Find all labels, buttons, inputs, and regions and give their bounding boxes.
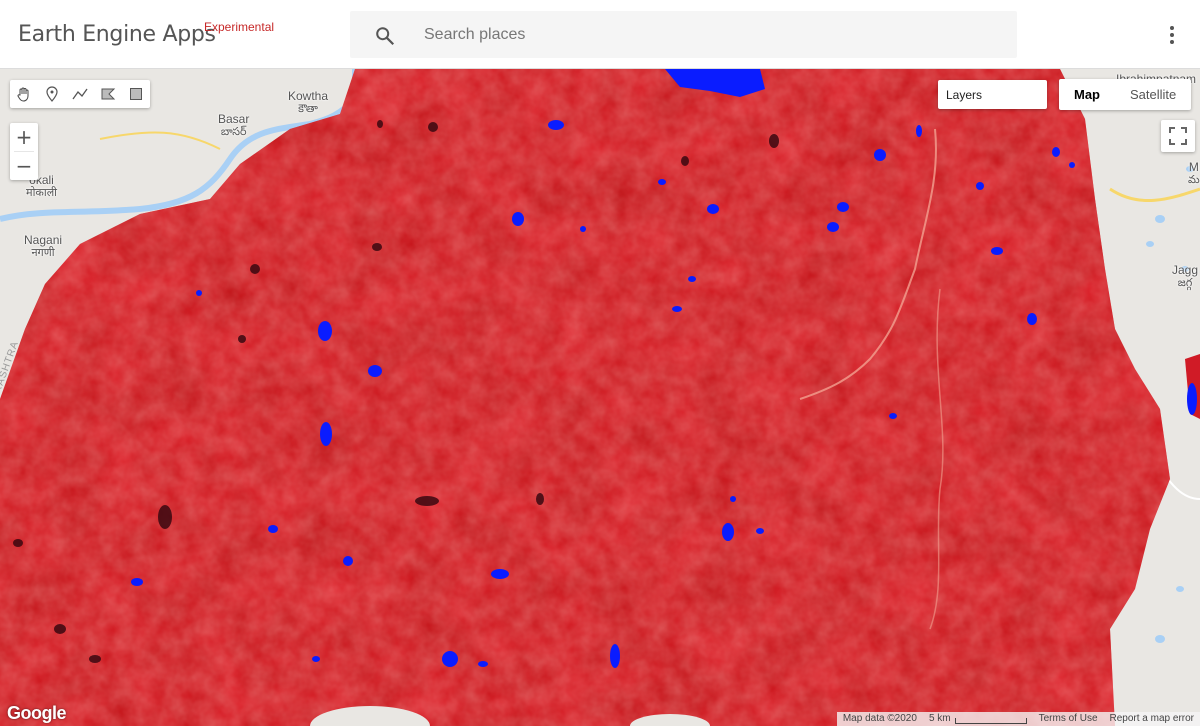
place-label-kowtha: Kowtha కౌతా xyxy=(288,90,328,116)
place-name: Jagg xyxy=(1172,263,1199,277)
map-type-satellite-button[interactable]: Satellite xyxy=(1115,79,1191,110)
rectangle-icon[interactable] xyxy=(122,80,150,108)
place-name: M xyxy=(1188,160,1199,174)
search-icon[interactable] xyxy=(374,25,396,47)
map-data-text: Map data ©2020 xyxy=(842,713,917,724)
polyline-icon[interactable] xyxy=(66,80,94,108)
scale-line xyxy=(954,717,1027,724)
satellite-layer xyxy=(0,69,1200,726)
polygon-icon[interactable] xyxy=(94,80,122,108)
place-name-local: బాసర్ xyxy=(220,126,247,138)
terms-link[interactable]: Terms of Use xyxy=(1033,712,1104,726)
drawing-toolbar xyxy=(10,80,150,108)
place-name-local: కౌతా xyxy=(298,103,318,115)
hand-pan-icon[interactable] xyxy=(10,80,38,108)
place-label-nagani: Nagani नगणी xyxy=(24,234,62,260)
google-logo: Google xyxy=(7,703,67,723)
place-label-basar: Basar బాసర్ xyxy=(218,113,249,139)
more-vert-icon[interactable] xyxy=(1162,24,1182,46)
map-attribution: Map data ©2020 5 km Terms of Use Report … xyxy=(836,712,1200,726)
report-error-link[interactable]: Report a map error xyxy=(1104,712,1200,726)
place-name-local: मोकाली xyxy=(26,187,58,199)
zoom-in-button[interactable]: + xyxy=(10,123,38,151)
place-label-m: M మ xyxy=(1188,161,1200,187)
app-title: Earth Engine Apps xyxy=(18,22,216,47)
place-name-local: మ xyxy=(1188,174,1200,186)
place-label-jagg: Jagg జగ్గ xyxy=(1172,264,1198,290)
layers-button[interactable]: Layers xyxy=(938,80,1047,109)
marker-icon[interactable] xyxy=(38,80,66,108)
scale-label: 5 km xyxy=(928,713,951,724)
place-name-local: नगणी xyxy=(31,247,55,259)
map-type-map-button[interactable]: Map xyxy=(1059,79,1115,110)
place-name: Kowtha xyxy=(288,89,329,103)
place-name: Nagani xyxy=(24,233,63,247)
zoom-control: + − xyxy=(10,123,38,180)
zoom-out-button[interactable]: − xyxy=(10,152,38,180)
search-box[interactable] xyxy=(350,11,1017,58)
fullscreen-icon xyxy=(1169,127,1187,145)
fullscreen-button[interactable] xyxy=(1161,120,1195,152)
search-input[interactable] xyxy=(422,19,996,51)
scale-bar[interactable]: 5 km xyxy=(923,712,1033,726)
map-type-control: Map Satellite xyxy=(1059,79,1192,110)
place-name: Basar xyxy=(218,112,250,126)
place-name-local: జగ్గ xyxy=(1177,277,1193,289)
app-header: Earth Engine Apps Experimental xyxy=(0,0,1200,69)
experimental-badge: Experimental xyxy=(204,20,275,34)
map-canvas[interactable]: Kowtha కౌతా Basar బాసర్ okali मोकाली Nag… xyxy=(0,69,1200,726)
